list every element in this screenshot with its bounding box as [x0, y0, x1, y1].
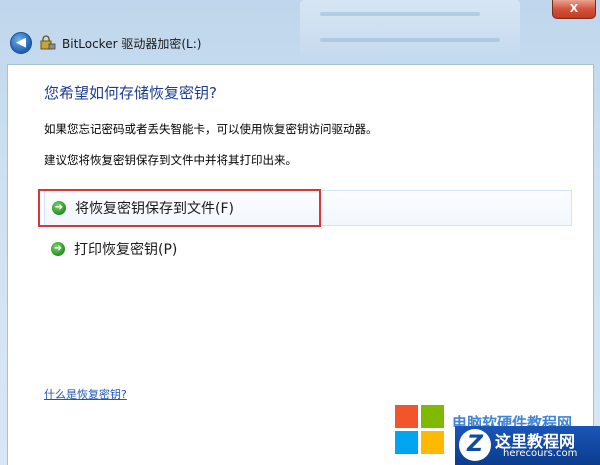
logo-tile-yellow: [421, 431, 444, 454]
page-title: 您希望如何存储恢复密钥?: [44, 84, 217, 102]
recommendation-text: 建议您将恢复密钥保存到文件中并将其打印出来。: [44, 153, 297, 167]
background-line: [320, 38, 500, 42]
highlight-annotation: [38, 189, 321, 227]
windows-logo: [395, 405, 445, 455]
background-line: [320, 12, 480, 16]
watermark-badge: Z 这里教程网 herecours.com: [455, 426, 600, 465]
logo-tile-red: [395, 405, 418, 428]
logo-tile-green: [421, 405, 444, 428]
watermark-url: herecours.com: [503, 448, 578, 459]
bitlocker-icon: [40, 35, 56, 50]
back-arrow-icon: ◀: [16, 35, 26, 50]
window-frame: ◀ BitLocker 驱动器加密(L:) X 您希望如何存储恢复密钥? 如果您…: [0, 0, 600, 465]
print-key-option[interactable]: ➜ 打印恢复密钥(P): [44, 232, 572, 268]
window-title: BitLocker 驱动器加密(L:): [62, 37, 202, 51]
logo-tile-blue: [395, 431, 418, 454]
help-link[interactable]: 什么是恢复密钥?: [44, 386, 127, 402]
green-arrow-icon: ➜: [51, 242, 65, 256]
title-bar: ◀ BitLocker 驱动器加密(L:) X: [0, 0, 600, 64]
description-text: 如果您忘记密码或者丢失智能卡，可以使用恢复密钥访问驱动器。: [44, 122, 378, 136]
background-window: [300, 0, 520, 56]
back-button[interactable]: ◀: [10, 32, 32, 54]
option-label: 打印恢复密钥(P): [74, 242, 178, 258]
close-icon: X: [569, 2, 579, 15]
watermark-logo-icon: Z: [459, 429, 491, 461]
close-button[interactable]: X: [552, 0, 596, 19]
